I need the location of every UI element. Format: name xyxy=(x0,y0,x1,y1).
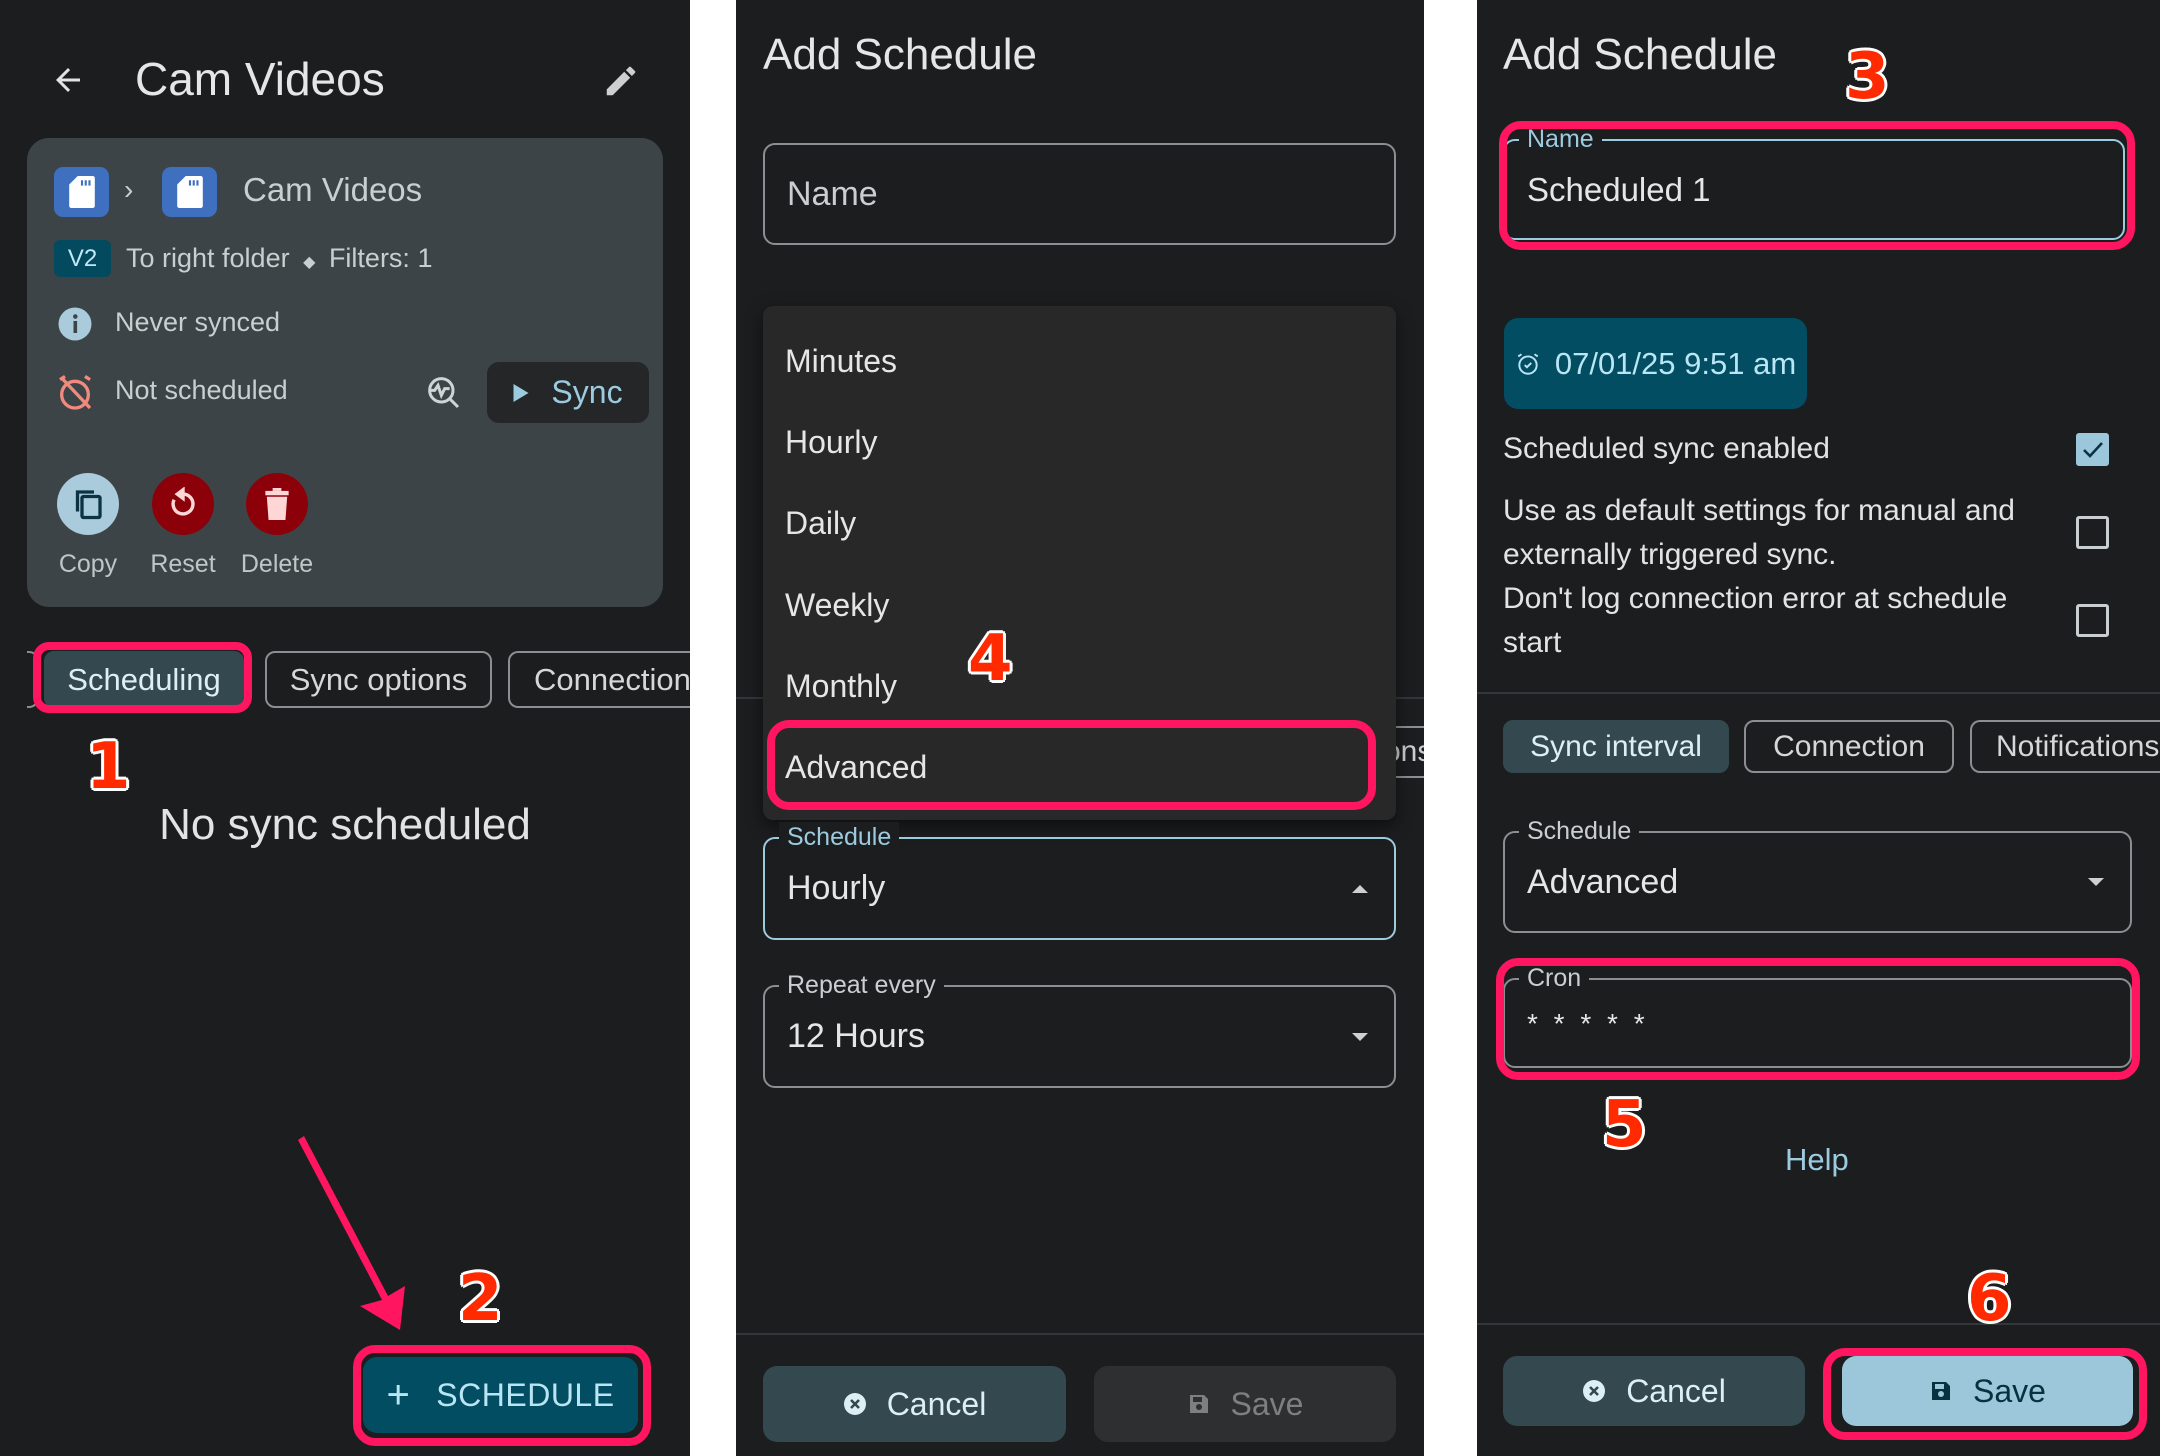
schedule-select[interactable]: Schedule Advanced xyxy=(1503,816,2132,933)
section-divider xyxy=(1477,692,2160,694)
dont-log-error-label: Don't log connection error at schedule s… xyxy=(1503,577,2007,665)
scheduled-sync-enabled-checkbox[interactable] xyxy=(2076,433,2109,466)
alarm-icon xyxy=(1517,352,1539,375)
step-6-marker: 6 xyxy=(1967,1262,2012,1336)
step-2-marker: 2 xyxy=(458,1262,503,1336)
scheduled-sync-enabled-label: Scheduled sync enabled xyxy=(1503,432,1830,465)
name-value: Scheduled 1 xyxy=(1527,170,1711,208)
checkmark-icon xyxy=(2082,441,2103,458)
save-icon xyxy=(1189,1395,1208,1413)
cron-input[interactable]: Cron * * * * * xyxy=(1503,963,2132,1068)
menu-item-minutes[interactable]: Minutes xyxy=(785,343,897,380)
step-4-marker: 4 xyxy=(968,622,1013,696)
dont-log-error-checkbox[interactable] xyxy=(2076,604,2109,637)
add-schedule-dialog-dropdown: Add Schedule Name ons Minutes Hourly Dai… xyxy=(736,0,1424,1456)
cancel-circle-icon xyxy=(843,1393,866,1415)
name-placeholder: Name xyxy=(787,174,878,213)
cron-value: * * * * * xyxy=(1527,1008,1649,1039)
plus-icon: + xyxy=(386,1372,411,1417)
pointer-arrow xyxy=(298,1136,405,1330)
name-input[interactable]: Name Scheduled 1 xyxy=(1503,124,2125,240)
tab-sync-interval[interactable]: Sync interval xyxy=(1503,720,1729,773)
default-settings-label-line1: Use as default settings for manual and xyxy=(1503,494,2015,527)
add-schedule-button[interactable]: + SCHEDULE xyxy=(363,1357,638,1433)
cancel-button[interactable]: Cancel xyxy=(1503,1356,1805,1426)
dialog-title: Add Schedule xyxy=(763,30,1037,79)
menu-item-advanced[interactable]: Advanced xyxy=(785,749,927,786)
save-button[interactable]: Save xyxy=(1094,1366,1396,1442)
caret-up-icon xyxy=(1352,884,1368,893)
schedule-select[interactable]: Schedule Hourly xyxy=(763,822,1396,940)
menu-item-monthly[interactable]: Monthly xyxy=(785,668,897,705)
dont-log-error-label-line2: start xyxy=(1503,626,1562,659)
repeat-every-select[interactable]: Repeat every 12 Hours xyxy=(763,970,1396,1088)
footer-divider xyxy=(736,1333,1424,1335)
add-schedule-dialog-advanced: Add Schedule 3 Name Scheduled 1 07/01/25… xyxy=(1477,0,2160,1456)
cancel-circle-icon xyxy=(1583,1380,1606,1402)
sync-folder-detail-screen: Cam Videos › Cam Videos V2 To right fold… xyxy=(0,0,690,1456)
dont-log-error-label-line1: Don't log connection error at schedule xyxy=(1503,582,2008,615)
save-label: Save xyxy=(1973,1372,2046,1409)
default-settings-checkbox[interactable] xyxy=(2076,516,2109,549)
cancel-button[interactable]: Cancel xyxy=(763,1366,1066,1442)
dialog-title: Add Schedule xyxy=(1503,30,1777,79)
default-settings-label-line2: externally triggered sync. xyxy=(1503,538,1837,571)
cancel-label: Cancel xyxy=(886,1385,987,1422)
schedule-value: Hourly xyxy=(787,869,886,907)
schedule-value: Advanced xyxy=(1527,862,1679,901)
menu-item-weekly[interactable]: Weekly xyxy=(785,587,889,624)
save-label: Save xyxy=(1230,1385,1304,1422)
repeat-every-value: 12 Hours xyxy=(787,1017,925,1055)
footer-divider xyxy=(1477,1323,2160,1325)
cancel-label: Cancel xyxy=(1626,1372,1726,1409)
tab-connection[interactable]: Connection xyxy=(1744,720,1954,773)
start-datetime-chip[interactable]: 07/01/25 9:51 am xyxy=(1504,318,1807,409)
name-input[interactable]: Name xyxy=(763,143,1396,245)
save-button[interactable]: Save xyxy=(1842,1356,2133,1426)
caret-down-icon xyxy=(2088,878,2104,886)
default-settings-label: Use as default settings for manual and e… xyxy=(1503,489,2015,577)
menu-item-hourly[interactable]: Hourly xyxy=(785,424,877,461)
schedule-options-menu: Minutes Hourly Daily Weekly Monthly Adva… xyxy=(763,306,1396,820)
save-icon xyxy=(1932,1382,1951,1400)
step-5-marker: 5 xyxy=(1602,1088,1647,1162)
add-schedule-label: SCHEDULE xyxy=(436,1376,615,1413)
help-link[interactable]: Help xyxy=(1785,1142,1849,1178)
start-datetime-value: 07/01/25 9:51 am xyxy=(1554,345,1797,381)
tab-notifications[interactable]: Notifications xyxy=(1970,720,2160,773)
menu-item-daily[interactable]: Daily xyxy=(785,505,856,542)
step-3-marker: 3 xyxy=(1845,40,1890,114)
caret-down-icon xyxy=(1352,1032,1368,1041)
